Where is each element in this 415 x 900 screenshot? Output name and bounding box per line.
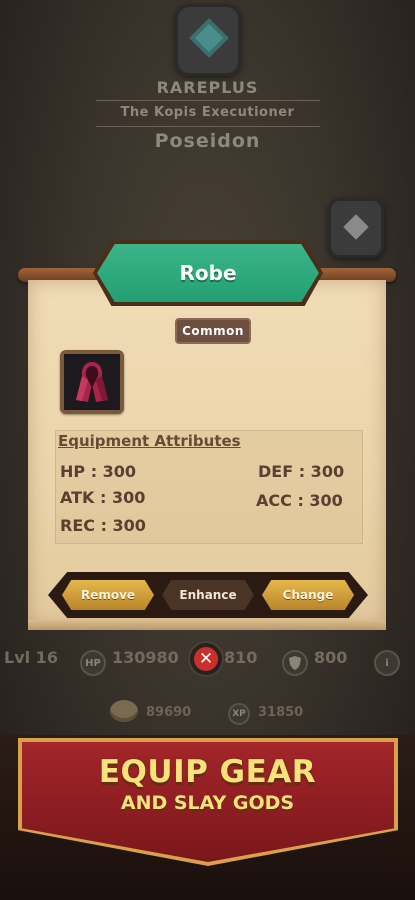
level-label: Lvl 16 [4, 648, 58, 667]
enhance-button-label: Enhance [179, 588, 237, 602]
side-gear-slot[interactable] [328, 198, 384, 258]
hero-name: Poseidon [154, 130, 261, 152]
enhance-button[interactable]: Enhance [162, 580, 254, 610]
hp-value: 130980 [112, 648, 179, 667]
diamond-gem-icon [343, 214, 369, 240]
divider [96, 100, 320, 101]
item-image-frame [60, 350, 124, 414]
atk-value: 810 [224, 648, 258, 667]
info-icon[interactable]: i [374, 650, 400, 676]
shield-icon [282, 650, 308, 676]
scroll-bottom-edge [28, 620, 386, 630]
hp-icon: HP [80, 650, 106, 676]
attr-acc: ACC : 300 [256, 491, 343, 510]
xp-value: 31850 [258, 705, 304, 720]
item-name-banner: Robe [97, 244, 319, 302]
hero-title: The Kopis Executioner [120, 105, 295, 120]
robe-icon [64, 354, 120, 410]
close-icon: ✕ [194, 647, 218, 671]
attributes-header: Equipment Attributes [58, 432, 241, 450]
close-button[interactable]: ✕ [188, 641, 224, 677]
attr-atk: ATK : 300 [60, 488, 146, 507]
attr-hp: HP : 300 [60, 462, 137, 481]
hero-rarity: RAREPLUS [156, 78, 259, 97]
change-button-label: Change [282, 588, 334, 602]
change-button[interactable]: Change [262, 580, 354, 610]
remove-button[interactable]: Remove [62, 580, 154, 610]
hero-gear-slot[interactable] [175, 4, 241, 76]
divider [96, 126, 320, 127]
gold-coin-icon [110, 700, 138, 722]
promo-subline: AND SLAY GODS [120, 792, 295, 814]
xp-icon: XP [228, 703, 250, 725]
def-value: 800 [314, 648, 348, 667]
remove-button-label: Remove [80, 588, 136, 602]
attr-def: DEF : 300 [258, 462, 345, 481]
item-rarity-badge: Common [175, 318, 251, 344]
diamond-gem-icon [189, 18, 229, 58]
gold-value: 89690 [146, 705, 192, 720]
item-name: Robe [179, 261, 237, 285]
promo-headline: EQUIP GEAR [98, 754, 317, 790]
attr-rec: REC : 300 [60, 516, 146, 535]
